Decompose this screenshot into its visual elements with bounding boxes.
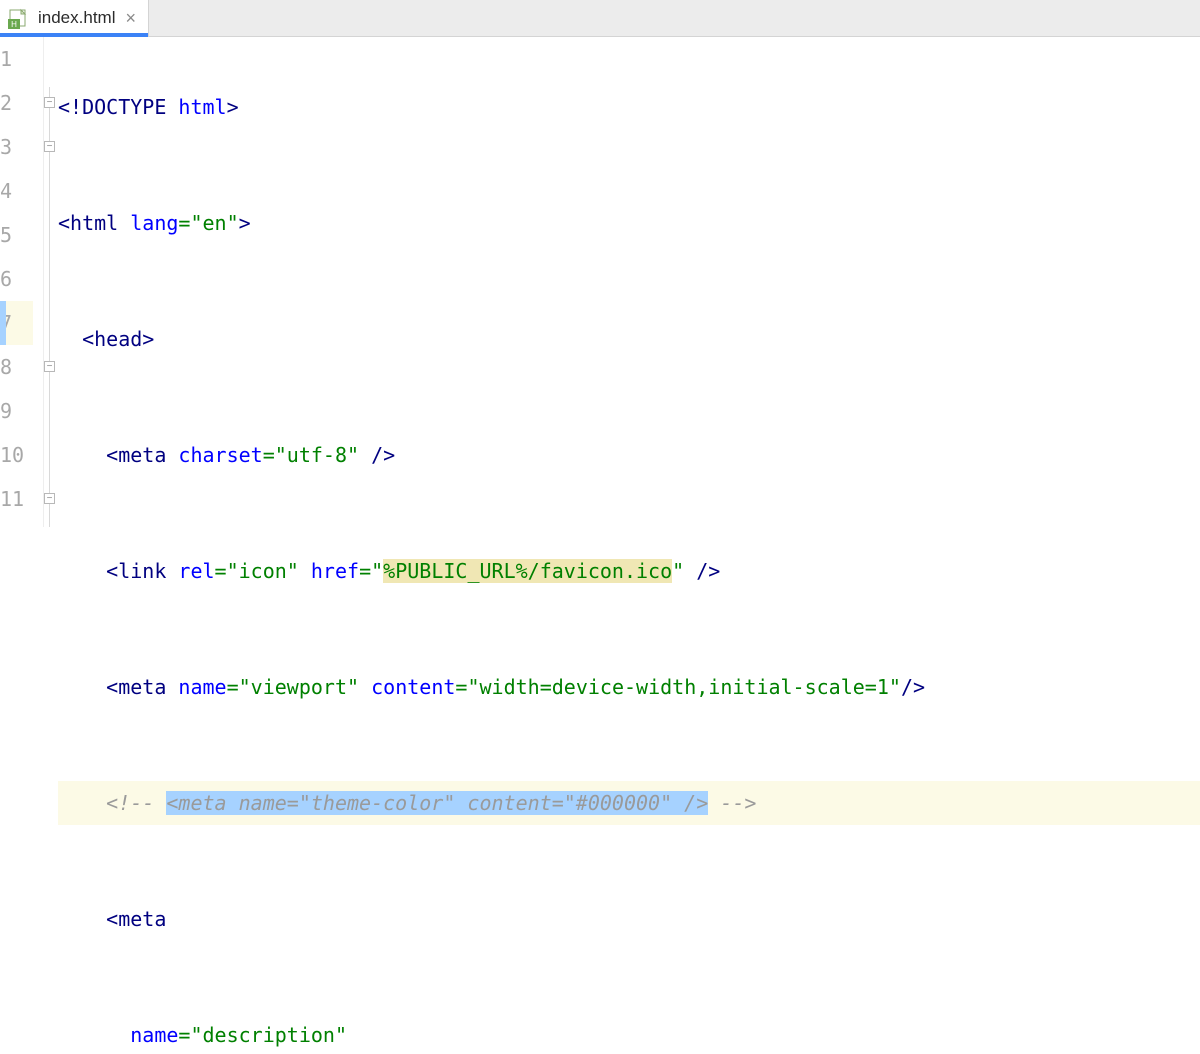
tab-filename: index.html [38, 8, 115, 28]
close-icon[interactable]: × [123, 8, 138, 29]
code-line: <html lang="en"> [58, 201, 1200, 245]
line-number-gutter: 1 2 3 4 5 6 7 8 9 10 11 [0, 37, 44, 527]
line-number: 3 [0, 125, 33, 169]
fold-column: − − − − [44, 37, 58, 527]
line-number: 8 [0, 345, 33, 389]
code-line: <meta charset="utf-8" /> [58, 433, 1200, 477]
code-line: <head> [58, 317, 1200, 361]
line-number: 9 [0, 389, 33, 433]
code-line: <meta name="viewport" content="width=dev… [58, 665, 1200, 709]
code-area[interactable]: <!DOCTYPE html> <html lang="en"> <head> … [58, 37, 1200, 527]
code-line: <link rel="icon" href="%PUBLIC_URL%/favi… [58, 549, 1200, 593]
code-line: <!DOCTYPE html> [58, 85, 1200, 129]
line-number: 10 [0, 433, 33, 477]
code-line-highlighted: <!-- <meta name="theme-color" content="#… [58, 781, 1200, 825]
code-line: <meta [58, 897, 1200, 941]
line-number: 6 [0, 257, 33, 301]
tab-bar: H index.html × [0, 0, 1200, 37]
fold-toggle-icon[interactable]: − [44, 361, 55, 372]
html-file-icon: H [8, 7, 30, 29]
code-line: name="description" [58, 1013, 1200, 1054]
caret-line-marker [0, 301, 6, 345]
fold-toggle-icon[interactable]: − [44, 493, 55, 504]
line-number: 2 [0, 81, 33, 125]
selected-text: <meta name="theme-color" content="#00000… [166, 791, 708, 815]
fold-toggle-icon[interactable]: − [44, 141, 55, 152]
tab-index-html[interactable]: H index.html × [0, 0, 149, 36]
line-number: 1 [0, 37, 33, 81]
fold-toggle-icon[interactable]: − [44, 97, 55, 108]
svg-text:H: H [11, 20, 17, 29]
line-number: 11 [0, 477, 33, 521]
line-number: 5 [0, 213, 33, 257]
code-editor[interactable]: 1 2 3 4 5 6 7 8 9 10 11 − − − − <!DOCTYP… [0, 37, 1200, 527]
line-number: 4 [0, 169, 33, 213]
